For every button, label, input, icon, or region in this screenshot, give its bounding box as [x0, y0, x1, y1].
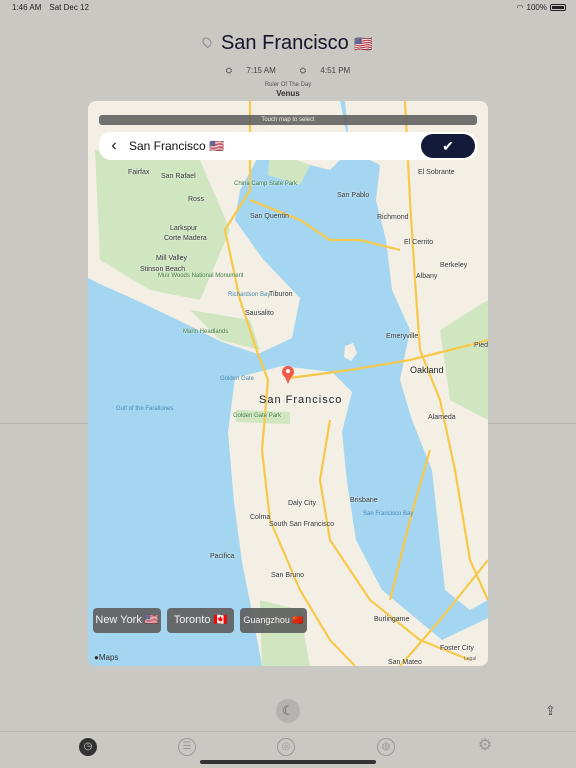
map-label: Richmond: [377, 214, 409, 221]
location-pin-icon: [200, 35, 214, 49]
map-label: Fairfax: [128, 169, 150, 176]
map-label: San Bruno: [271, 572, 305, 579]
status-right: ◠ 100%: [517, 3, 566, 12]
selected-location-name: San Francisco 🇺🇸: [129, 139, 224, 153]
divider: [488, 423, 576, 424]
flag: 🇺🇸: [354, 36, 374, 53]
quick-city-toronto[interactable]: Toronto 🇨🇦: [167, 608, 234, 633]
map-label: San Rafael: [161, 173, 196, 180]
city-name: San Francisco: [220, 32, 349, 54]
page-title[interactable]: San Francisco 🇺🇸: [0, 32, 576, 55]
status-bar: 1:46 AM Sat Dec 12: [12, 3, 97, 12]
map-label: Colma: [250, 514, 271, 521]
map-label: San Pablo: [337, 192, 370, 199]
search-icon: ◎: [281, 741, 291, 752]
tab-clock[interactable]: ◷: [79, 738, 97, 756]
share-icon: ⇪: [545, 703, 556, 718]
list-icon: ☰: [182, 741, 192, 752]
ruler-label: Ruler Of The Day: [264, 82, 312, 88]
map-label: Alameda: [428, 414, 456, 421]
map-label: San Quentin: [250, 213, 289, 220]
map-label: Foster City: [440, 645, 474, 652]
map-label: Pacifica: [210, 553, 235, 560]
quick-city-guangzhou[interactable]: Guangzhou 🇨🇳: [240, 608, 307, 633]
selected-location-bar: ‹ San Francisco 🇺🇸 ✔: [99, 132, 477, 160]
map-label: El Cerrito: [404, 239, 434, 246]
map-label: Emeryville: [386, 333, 419, 340]
map-label: Golden Gate Park: [233, 413, 282, 419]
share-button[interactable]: ⇪: [545, 703, 556, 719]
map-label: Mill Valley: [156, 255, 187, 262]
sunset: ⛭ 4:51 PM: [294, 66, 356, 75]
touch-map-hint: Touch map to select: [99, 115, 477, 125]
map-label: Berkeley: [440, 262, 468, 269]
sunrise-icon: ⛭: [225, 66, 233, 75]
ruler-value: Venus: [276, 89, 300, 98]
sunset-icon: ⛭: [299, 66, 307, 75]
map-label: Burlingame: [374, 616, 410, 623]
map-label: Gulf of the Farallones: [116, 406, 174, 412]
maps-attribution: Maps: [98, 653, 119, 662]
map-label: Corte Madera: [164, 235, 207, 242]
map-label: Oakland: [410, 365, 444, 375]
gear-icon: ⚙: [477, 737, 493, 754]
back-chevron-icon[interactable]: ‹: [99, 137, 129, 155]
map-label: Stinson Beach: [140, 266, 186, 273]
map-label: Daly City: [288, 500, 317, 507]
map-label: Brisbane: [350, 497, 378, 504]
map-label: Larkspur: [170, 225, 198, 232]
map-label: South San Francisco: [269, 521, 334, 528]
map-label: Muir Woods National Monument: [158, 273, 244, 279]
map-label: Piedmont: [474, 342, 488, 349]
tab-settings[interactable]: ⚙: [476, 738, 494, 756]
sun-times: ⛭ 7:15 AM ⛭ 4:51 PM: [0, 66, 576, 76]
sunrise-time: 7:15 AM: [246, 66, 276, 75]
globe-icon: ◍: [381, 741, 391, 752]
moon-button[interactable]: ☾: [276, 699, 300, 723]
map-label: Marin Headlands: [183, 329, 229, 335]
treasure-island: [344, 343, 357, 361]
status-time: 1:46 AM: [12, 3, 42, 12]
map-label: San Francisco Bay: [363, 511, 414, 517]
legal-link[interactable]: Legal: [464, 656, 476, 662]
map-label: Albany: [416, 273, 438, 280]
map-label: San Mateo: [388, 659, 422, 666]
divider: [0, 423, 88, 424]
home-indicator: [200, 760, 376, 764]
quick-city-new-york[interactable]: New York 🇺🇸: [93, 608, 161, 633]
checkmark-icon: ✔: [442, 138, 454, 154]
confirm-button[interactable]: ✔: [421, 134, 475, 158]
map-label: Richardson Bay: [228, 292, 271, 298]
apple-maps-logo: ●Maps: [94, 653, 118, 662]
map-view[interactable]: San Francisco Oakland San Rafael Richmond Be…: [88, 101, 488, 666]
clock-icon: ◷: [83, 741, 93, 752]
map-label: El Sobrante: [418, 169, 455, 176]
map-label: Sausalito: [245, 310, 274, 317]
sunrise: ⛭ 7:15 AM: [220, 66, 282, 75]
moon-icon: ☾: [282, 703, 294, 718]
sunset-time: 4:51 PM: [320, 66, 351, 75]
map-label: Ross: [188, 196, 204, 203]
status-date: Sat Dec 12: [49, 3, 89, 12]
map-label: Tiburon: [269, 291, 293, 298]
map-label: China Camp State Park: [234, 181, 298, 187]
map-label: Golden Gate: [220, 376, 255, 382]
battery-text: 100%: [526, 3, 547, 12]
tab-list[interactable]: ☰: [178, 738, 196, 756]
wifi-icon: ◠: [516, 3, 524, 12]
tab-globe[interactable]: ◍: [377, 738, 395, 756]
map-label: San Francisco: [259, 394, 343, 406]
tab-search[interactable]: ◎: [277, 738, 295, 756]
battery-icon: [550, 4, 566, 11]
